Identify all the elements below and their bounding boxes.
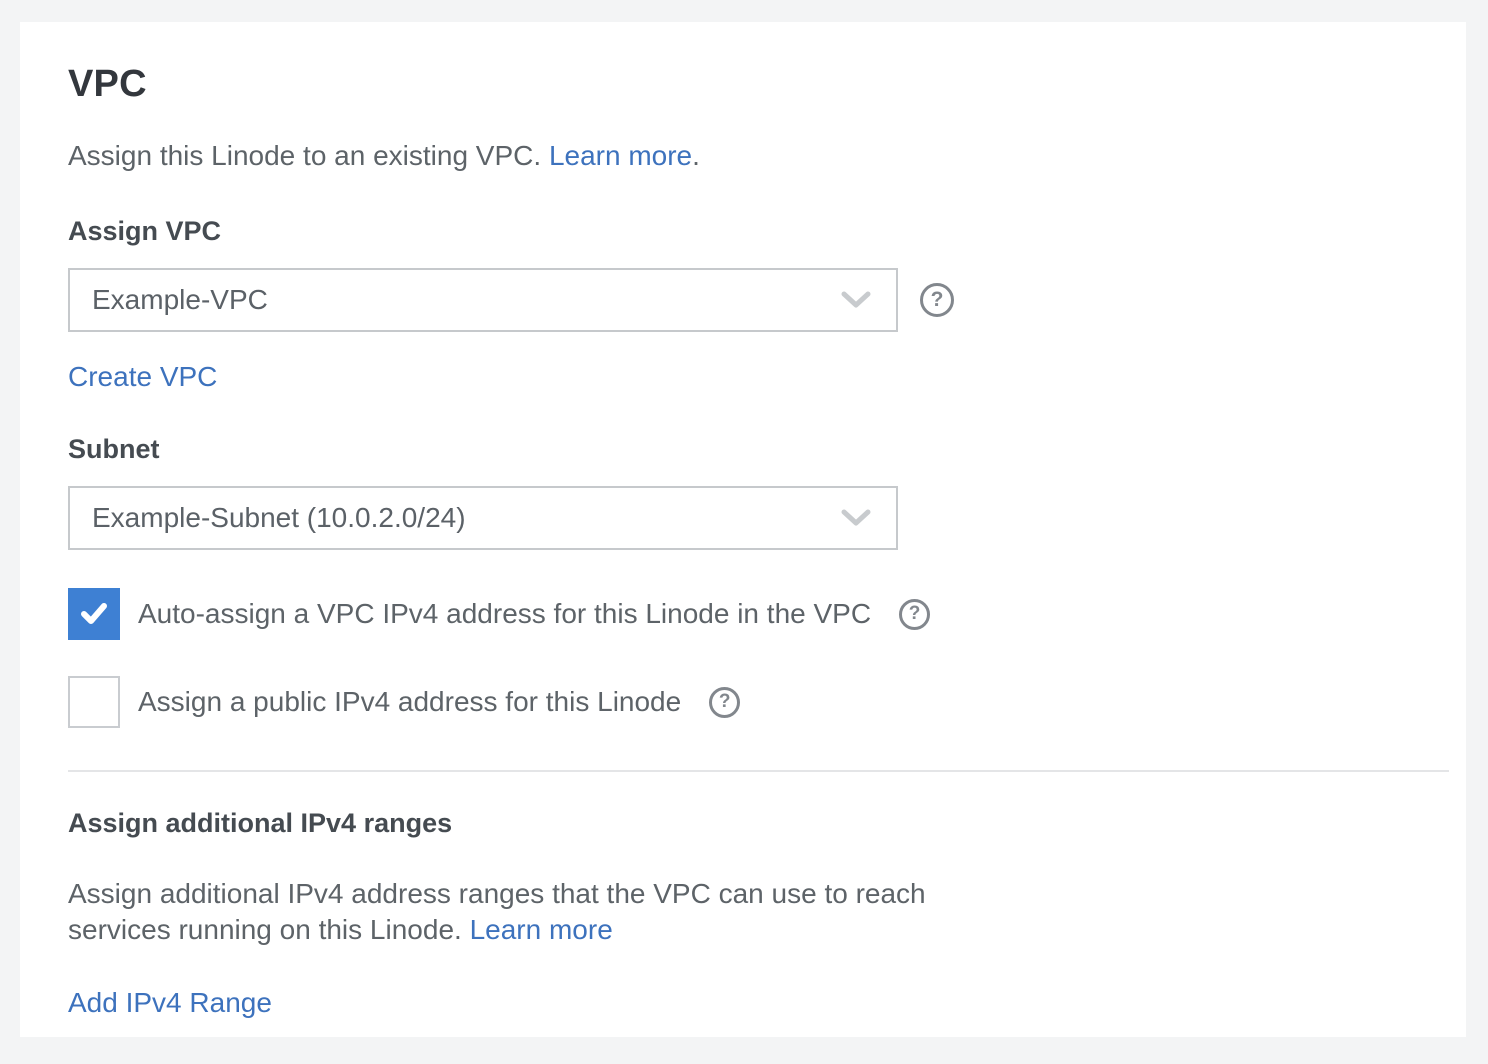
page-title: VPC	[68, 62, 1418, 106]
vpc-panel: VPC Assign this Linode to an existing VP…	[20, 22, 1466, 1037]
section-divider	[68, 770, 1449, 772]
vpc-select[interactable]: Example-VPC	[68, 268, 898, 332]
chevron-down-icon	[840, 508, 872, 528]
public-ipv4-checkbox[interactable]	[68, 676, 120, 728]
ipv4-ranges-description-line1: Assign additional IPv4 address ranges th…	[68, 876, 988, 912]
subnet-row: Example-Subnet (10.0.2.0/24)	[68, 486, 1418, 550]
add-ipv4-range-link[interactable]: Add IPv4 Range	[68, 988, 272, 1018]
vpc-select-value: Example-VPC	[92, 284, 824, 316]
question-mark-glyph: ?	[909, 603, 921, 625]
subnet-label: Subnet	[68, 434, 1418, 464]
question-mark-glyph: ?	[719, 691, 731, 713]
public-ipv4-label: Assign a public IPv4 address for this Li…	[138, 686, 681, 718]
question-mark-glyph: ?	[931, 288, 944, 312]
auto-assign-ipv4-checkbox[interactable]	[68, 588, 120, 640]
ipv4-ranges-description: Assign additional IPv4 address ranges th…	[68, 876, 988, 948]
assign-vpc-label: Assign VPC	[68, 216, 1418, 246]
help-icon-public-ipv4[interactable]: ?	[709, 687, 740, 718]
help-icon-auto-assign[interactable]: ?	[899, 599, 930, 630]
learn-more-link-vpc[interactable]: Learn more	[549, 140, 692, 171]
subnet-select-value: Example-Subnet (10.0.2.0/24)	[92, 502, 824, 534]
help-icon-vpc[interactable]: ?	[920, 283, 954, 317]
vpc-description-period: .	[692, 140, 700, 171]
auto-assign-ipv4-row: Auto-assign a VPC IPv4 address for this …	[68, 588, 1418, 640]
chevron-down-icon	[840, 290, 872, 310]
learn-more-link-ranges[interactable]: Learn more	[470, 914, 613, 945]
vpc-description-text: Assign this Linode to an existing VPC.	[68, 140, 549, 171]
ipv4-ranges-title: Assign additional IPv4 ranges	[68, 808, 1418, 838]
create-vpc-link[interactable]: Create VPC	[68, 362, 217, 392]
ipv4-ranges-description-line2: services running on this Linode.	[68, 914, 470, 945]
assign-vpc-row: Example-VPC ?	[68, 268, 1418, 332]
vpc-description: Assign this Linode to an existing VPC. L…	[68, 140, 1418, 172]
auto-assign-ipv4-label: Auto-assign a VPC IPv4 address for this …	[138, 598, 871, 630]
subnet-select[interactable]: Example-Subnet (10.0.2.0/24)	[68, 486, 898, 550]
checkmark-icon	[79, 601, 109, 627]
public-ipv4-row: Assign a public IPv4 address for this Li…	[68, 676, 1418, 728]
